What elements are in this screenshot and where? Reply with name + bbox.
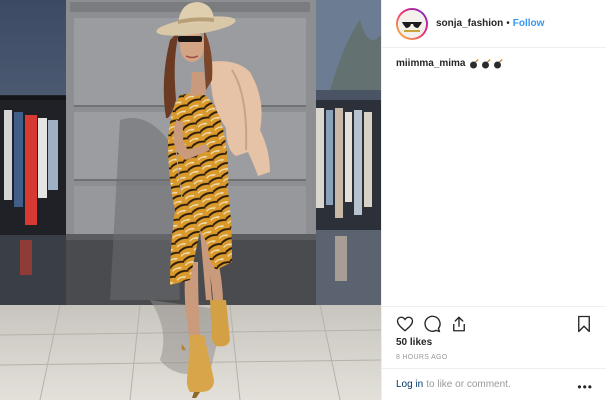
share-icon[interactable] [450,315,468,333]
follow-button[interactable]: Follow [513,18,545,29]
more-options-button[interactable]: ••• [577,380,593,394]
post-photo[interactable] [0,0,381,400]
avatar[interactable] [396,7,428,40]
post-actions [382,306,606,340]
fashion-photo [0,0,381,400]
comment-icon[interactable] [423,315,441,333]
post-timestamp[interactable]: 8 HOURS AGO [396,354,448,361]
caption-username[interactable]: miimma_mima [396,58,465,69]
avatar-image [398,9,426,38]
post-sidebar: sonja_fashion • Follow miimma_mima 50 li… [381,0,606,400]
post-username[interactable]: sonja_fashion [436,18,503,29]
separator-dot: • [506,18,510,29]
likes-count[interactable]: 50 likes [396,337,432,348]
bookmark-icon[interactable] [575,315,593,333]
heart-icon[interactable] [396,315,414,333]
bomb-emoji-icon [493,58,503,69]
bomb-emoji-icon [481,58,491,69]
login-prompt-text: to like or comment. [426,379,511,390]
bomb-emoji-icon [469,58,479,69]
post-header: sonja_fashion • Follow [382,0,606,48]
comment-footer: Log in to like or comment. ••• [382,368,606,400]
login-link[interactable]: Log in [396,379,423,390]
post-caption: miimma_mima [396,58,505,69]
sunglasses-logo-icon [399,10,425,37]
